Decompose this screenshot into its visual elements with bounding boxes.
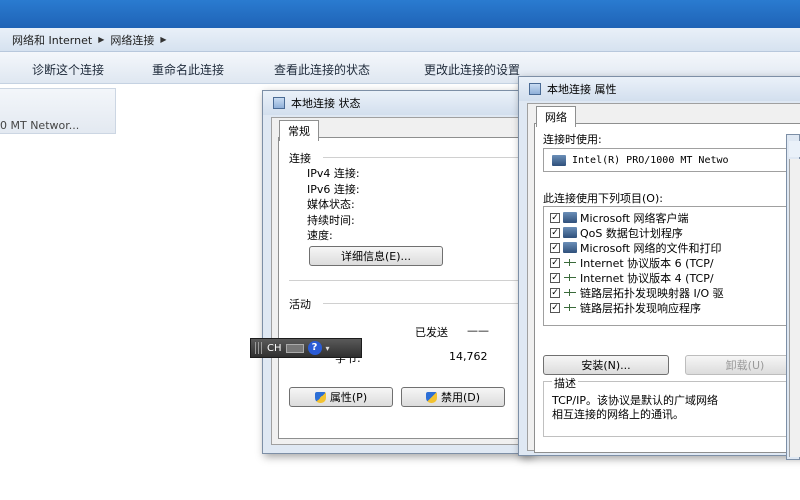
qos-icon	[563, 227, 577, 238]
network-client-icon	[563, 212, 577, 223]
adapter-tile[interactable]: 0 MT Networ...	[0, 88, 116, 134]
item-label: Internet 协议版本 6 (TCP/	[580, 256, 714, 270]
adapter-icon	[552, 154, 566, 166]
items-label: 此连接使用下列项目(O):	[543, 192, 663, 205]
help-icon[interactable]: ?	[307, 341, 322, 355]
disable-button[interactable]: 禁用(D)	[401, 387, 505, 407]
properties-button[interactable]: 属性(P)	[289, 387, 393, 407]
description-group: 描述 TCP/IP。该协议是默认的广域网络 相互连接的网络上的通讯。	[543, 375, 800, 437]
connection-section-label: 连接	[289, 152, 311, 165]
details-button[interactable]: 详细信息(E)...	[309, 246, 443, 266]
item-label: Microsoft 网络客户端	[580, 211, 689, 225]
connection-divider	[323, 157, 523, 158]
network-icon	[273, 97, 285, 109]
disable-button-label: 禁用(D)	[440, 391, 481, 404]
keyboard-icon[interactable]	[285, 343, 304, 353]
properties-dialog: 本地连接 属性 网络 连接时使用: Intel(R) PRO/1000 MT N…	[518, 76, 800, 456]
chevron-down-icon[interactable]: ▾	[326, 344, 330, 353]
item-label: Internet 协议版本 4 (TCP/	[580, 271, 714, 285]
status-dialog-title-bar[interactable]: 本地连接 状态	[263, 91, 531, 115]
rename-button[interactable]: 重命名此连接	[152, 61, 224, 78]
media-state-label: 媒体状态:	[307, 198, 355, 211]
tab-network[interactable]: 网络	[536, 106, 576, 127]
general-panel: 连接 IPv4 连接: IPv6 连接: 媒体状态: 持续时间: 速度: 详细信…	[278, 137, 528, 439]
items-list[interactable]: ✓ Microsoft 网络客户端 ✓ QoS 数据包计划程序 ✓ Micros…	[543, 206, 800, 326]
address-bar[interactable]: 网络和 Internet ▶ 网络连接 ▶	[0, 28, 800, 52]
list-item[interactable]: ✓ Microsoft 网络的文件和打印	[550, 240, 722, 255]
description-label: 描述	[552, 375, 578, 391]
breadcrumb-item-network-internet[interactable]: 网络和 Internet	[12, 32, 92, 48]
item-label: 链路层拓扑发现响应程序	[580, 301, 701, 315]
adapter-name-box: Intel(R) PRO/1000 MT Netwo	[543, 148, 800, 172]
tab-general[interactable]: 常规	[279, 120, 319, 141]
breadcrumb-arrow-icon[interactable]: ▶	[160, 35, 166, 44]
description-text-2: 相互连接的网络上的通讯。	[552, 408, 684, 421]
diagnose-button[interactable]: 诊断这个连接	[32, 61, 104, 78]
status-dialog: 本地连接 状态 常规 连接 IPv4 连接: IPv6 连接: 媒体状态: 持续…	[262, 90, 532, 454]
sent-dash: ——	[467, 324, 489, 337]
protocol-icon	[563, 257, 577, 268]
item-checkbox[interactable]: ✓	[550, 287, 560, 298]
edge-dialog	[786, 134, 800, 460]
properties-dialog-title-bar[interactable]: 本地连接 属性	[519, 77, 800, 101]
breadcrumb-item-network-connections[interactable]: 网络连接	[110, 32, 154, 48]
language-bar[interactable]: CH ? ▾	[250, 338, 362, 358]
connect-using-label: 连接时使用:	[543, 133, 602, 146]
shield-icon	[314, 391, 326, 403]
list-item[interactable]: ✓ Internet 协议版本 6 (TCP/	[550, 255, 714, 270]
adapter-name: Intel(R) PRO/1000 MT Netwo	[572, 154, 729, 166]
speed-label: 速度:	[307, 229, 333, 242]
item-label: 链路层拓扑发现映射器 I/O 驱	[580, 286, 724, 300]
protocol-icon	[563, 287, 577, 298]
list-item[interactable]: ✓ Microsoft 网络客户端	[550, 210, 689, 225]
view-status-button[interactable]: 查看此连接的状态	[274, 61, 370, 78]
breadcrumb-arrow-icon[interactable]: ▶	[98, 35, 104, 44]
protocol-icon	[563, 272, 577, 283]
edge-dialog-body	[789, 159, 800, 457]
item-checkbox[interactable]: ✓	[550, 302, 560, 313]
network-icon	[529, 83, 541, 95]
list-item[interactable]: ✓ Internet 协议版本 4 (TCP/	[550, 270, 714, 285]
list-item[interactable]: ✓ QoS 数据包计划程序	[550, 225, 683, 240]
status-dialog-title: 本地连接 状态	[291, 97, 361, 110]
ipv4-label: IPv4 连接:	[307, 167, 360, 180]
install-button[interactable]: 安装(N)...	[543, 355, 669, 375]
uninstall-button[interactable]: 卸载(U)	[685, 355, 800, 375]
item-checkbox[interactable]: ✓	[550, 242, 560, 253]
bytes-sent-value: 14,762	[449, 350, 488, 363]
change-settings-button[interactable]: 更改此连接的设置	[424, 61, 520, 78]
shield-icon	[425, 391, 437, 403]
item-checkbox[interactable]: ✓	[550, 212, 560, 223]
duration-label: 持续时间:	[307, 214, 355, 227]
item-checkbox[interactable]: ✓	[550, 227, 560, 238]
properties-dialog-body: 网络 连接时使用: Intel(R) PRO/1000 MT Netwo 此连接…	[527, 103, 800, 453]
activity-section-label: 活动	[289, 298, 311, 311]
ipv6-label: IPv6 连接:	[307, 183, 360, 196]
item-label: QoS 数据包计划程序	[580, 226, 683, 240]
item-label: Microsoft 网络的文件和打印	[580, 241, 722, 255]
explorer-title-bar	[0, 0, 800, 28]
section-divider	[289, 280, 523, 281]
activity-divider	[323, 303, 523, 304]
item-checkbox[interactable]: ✓	[550, 257, 560, 268]
adapter-label: 0 MT Networ...	[0, 119, 80, 132]
sent-label: 已发送	[415, 326, 448, 339]
drag-handle-icon[interactable]	[255, 342, 263, 354]
list-item[interactable]: ✓ 链路层拓扑发现响应程序	[550, 300, 701, 315]
status-dialog-body: 常规 连接 IPv4 连接: IPv6 连接: 媒体状态: 持续时间: 速度: …	[271, 117, 528, 445]
item-checkbox[interactable]: ✓	[550, 272, 560, 283]
file-share-icon	[563, 242, 577, 253]
list-item[interactable]: ✓ 链路层拓扑发现映射器 I/O 驱	[550, 285, 724, 300]
edge-dialog-title	[789, 141, 800, 157]
properties-button-label: 属性(P)	[329, 391, 368, 404]
protocol-icon	[563, 302, 577, 313]
language-indicator[interactable]: CH	[267, 343, 282, 354]
network-panel: 连接时使用: Intel(R) PRO/1000 MT Netwo 此连接使用下…	[534, 123, 800, 453]
properties-dialog-title: 本地连接 属性	[547, 83, 617, 96]
